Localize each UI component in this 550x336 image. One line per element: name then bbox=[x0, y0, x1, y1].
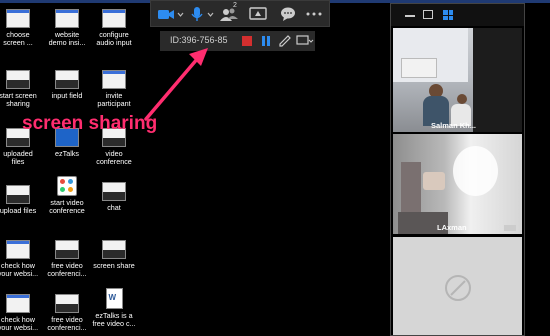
desktop-icon-label: conferenci... bbox=[47, 270, 87, 279]
desktop-icon-chat[interactable]: chat bbox=[88, 182, 140, 212]
share-screen-icon[interactable] bbox=[248, 6, 268, 22]
desktop-icon-label: invite bbox=[105, 92, 123, 100]
file-thumbnail-icon bbox=[55, 294, 79, 313]
desktop-icon-label: choose bbox=[6, 31, 30, 39]
word-document-icon: W bbox=[105, 288, 123, 309]
video-camera-icon[interactable] bbox=[157, 6, 175, 22]
desktop-icon-label: audio input bbox=[96, 39, 132, 48]
file-thumbnail-icon bbox=[6, 240, 30, 259]
file-thumbnail-icon bbox=[102, 9, 126, 28]
desktop-icon-label: demo insi... bbox=[48, 39, 86, 48]
participant-name: Salman Kh... bbox=[431, 121, 477, 130]
participant-video-laxman[interactable]: LAxman bbox=[393, 134, 522, 234]
video-off-icon bbox=[445, 275, 471, 301]
grid-layout-icon[interactable] bbox=[443, 10, 453, 20]
desktop-icon-input-field[interactable]: input field bbox=[41, 70, 93, 100]
empty-video-slot bbox=[393, 237, 522, 335]
desktop-icon-label: input field bbox=[51, 92, 83, 100]
desktop-icon-free-video-2[interactable]: free video conferenci... bbox=[41, 294, 93, 333]
pause-share-icon[interactable] bbox=[261, 36, 271, 46]
app-shortcut-icon bbox=[57, 176, 77, 196]
screen-sharing-annotation: screen sharing bbox=[22, 113, 158, 134]
desktop-icon-label: uploaded bbox=[3, 150, 33, 158]
more-icon[interactable] bbox=[305, 6, 323, 22]
video-panel-titlebar bbox=[391, 4, 524, 26]
file-thumbnail-icon bbox=[102, 182, 126, 201]
desktop-icon-label: upload files bbox=[0, 207, 37, 215]
chevron-down-icon[interactable] bbox=[177, 6, 184, 22]
desktop-icon-label: video bbox=[105, 150, 123, 158]
file-thumbnail-icon bbox=[55, 240, 79, 259]
video-panel: Salman Kh... LAxman bbox=[390, 3, 525, 336]
desktop-icon-invite-participant[interactable]: invite participant bbox=[88, 70, 140, 109]
screen-share-control-bar: ID:396-756-85 bbox=[160, 31, 315, 51]
desktop-icon-website-demo[interactable]: website demo insi... bbox=[41, 9, 93, 48]
desktop-icon-label: start screen bbox=[0, 92, 37, 100]
desktop-icon-start-video-conference[interactable]: start video conference bbox=[41, 176, 93, 216]
desktop-icon-label: free video c... bbox=[92, 320, 136, 329]
file-thumbnail-icon bbox=[55, 70, 79, 89]
file-thumbnail-icon bbox=[102, 70, 126, 89]
file-thumbnail-icon bbox=[6, 9, 30, 28]
desktop-icon-label: sharing bbox=[6, 100, 30, 109]
desktop-icon-label: participant bbox=[97, 100, 131, 109]
file-thumbnail-icon bbox=[6, 70, 30, 89]
desktop-icon-upload-files[interactable]: upload files bbox=[0, 185, 44, 215]
switch-screen-icon[interactable] bbox=[296, 34, 314, 48]
participant-count-badge: 2 bbox=[233, 2, 237, 9]
minimize-icon[interactable] bbox=[405, 15, 415, 17]
restore-icon[interactable] bbox=[423, 10, 433, 19]
desktop-icon-label: files bbox=[11, 158, 25, 167]
desktop-icon-check-how-1[interactable]: check how your websi... bbox=[0, 240, 44, 279]
participant-name: LAxman bbox=[437, 223, 467, 232]
file-thumbnail-icon bbox=[6, 185, 30, 204]
desktop-icon-free-video-1[interactable]: free video conferenci... bbox=[41, 240, 93, 279]
annotate-pen-icon[interactable] bbox=[278, 34, 292, 48]
file-thumbnail-icon bbox=[102, 240, 126, 259]
desktop-icon-label: ezTalks bbox=[55, 150, 79, 158]
microphone-icon[interactable] bbox=[190, 6, 204, 22]
desktop-icon-label: screen ... bbox=[3, 39, 33, 48]
chat-icon[interactable] bbox=[279, 6, 297, 22]
file-thumbnail-icon bbox=[6, 294, 30, 313]
desktop-icon-label: free video bbox=[51, 262, 83, 270]
desktop-icon-eztalks-doc[interactable]: W ezTalks is a free video c... bbox=[88, 288, 140, 329]
desktop-icon-label: conference bbox=[49, 207, 85, 216]
participant-video-salman[interactable]: Salman Kh... bbox=[393, 28, 522, 132]
desktop-icon-label: check how bbox=[1, 262, 35, 270]
desktop-icon-label: ezTalks is a bbox=[95, 312, 133, 320]
desktop-icon-label: chat bbox=[107, 204, 121, 212]
desktop-icon-check-how-2[interactable]: check how your websi... bbox=[0, 294, 44, 333]
desktop-icon-label: start video bbox=[50, 199, 84, 207]
file-thumbnail-icon bbox=[55, 9, 79, 28]
desktop-icon-screen-share[interactable]: screen share bbox=[88, 240, 140, 270]
desktop-icon-start-screen-sharing[interactable]: start screen sharing bbox=[0, 70, 44, 109]
desktop-icon-label: configure bbox=[99, 31, 129, 39]
desktop-icon-label: screen share bbox=[93, 262, 135, 270]
desktop-icon-label: conferenci... bbox=[47, 324, 87, 333]
meeting-id-label: ID:396-756-85 bbox=[170, 35, 228, 45]
desktop-icon-label: your websi... bbox=[0, 270, 39, 279]
desktop-icon-label: check how bbox=[1, 316, 35, 324]
signal-icon bbox=[504, 225, 516, 231]
desktop-icon-choose-screen[interactable]: choose screen ... bbox=[0, 9, 44, 48]
desktop-icon-label: free video bbox=[51, 316, 83, 324]
stop-share-icon[interactable] bbox=[242, 36, 252, 46]
desktop-icon-configure-audio[interactable]: configure audio input bbox=[88, 9, 140, 48]
desktop-icon-label: conference bbox=[96, 158, 132, 167]
desktop-icon-label: your websi... bbox=[0, 324, 39, 333]
chevron-down-icon[interactable] bbox=[207, 6, 214, 22]
desktop-icon-label: website bbox=[54, 31, 80, 39]
meeting-toolbar: 2 bbox=[150, 0, 330, 27]
